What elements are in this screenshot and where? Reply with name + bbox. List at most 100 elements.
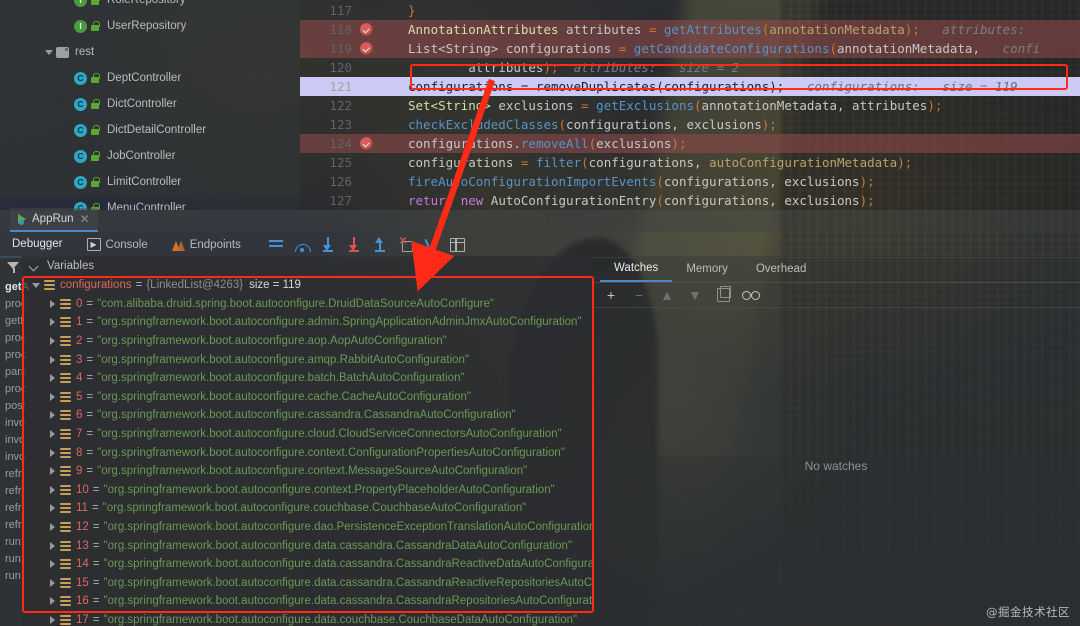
code-line-118[interactable]: 118 AnnotationAttributes attributes = get…	[300, 20, 1080, 39]
variable-size: size = 119	[249, 279, 301, 292]
variable-item-row[interactable]: 13 = "org.springframework.boot.autoconfigu…	[22, 536, 592, 555]
chevron-right-icon	[49, 392, 55, 401]
tree-item-dictdetailcontroller[interactable]: C DictDetailController	[0, 117, 300, 143]
variable-twisty[interactable]	[44, 504, 60, 513]
tab-overhead[interactable]: Overhead	[742, 256, 821, 282]
variable-root-row[interactable]: configurations = {LinkedList@4263} size = 1…	[22, 276, 592, 295]
tab-apprun[interactable]: AppRun ✕	[10, 208, 98, 232]
variable-item-row[interactable]: 15 = "org.springframework.boot.autoconfigu…	[22, 574, 592, 593]
breakpoint-icon[interactable]	[360, 42, 373, 55]
variables-header[interactable]: Variables	[22, 256, 592, 276]
variable-twisty[interactable]	[44, 299, 60, 308]
breakpoint-icon[interactable]	[360, 137, 373, 150]
step-into-icon[interactable]	[315, 233, 341, 257]
step-out-icon[interactable]	[367, 233, 393, 257]
tab-watches[interactable]: Watches	[600, 256, 673, 282]
variable-twisty[interactable]	[44, 615, 60, 624]
variable-item-row[interactable]: 2 = "org.springframework.boot.autoconfigur…	[22, 332, 592, 351]
variable-twisty[interactable]	[44, 467, 60, 476]
variable-twisty[interactable]	[44, 523, 60, 532]
breakpoint-icon[interactable]	[360, 23, 373, 36]
chevron-down-icon[interactable]	[28, 261, 39, 272]
watches-panel[interactable]: Watches Memory Overhead + − ▲ ▼ No watch…	[592, 256, 1080, 626]
variable-item-row[interactable]: 11 = "org.springframework.boot.autoconfigu…	[22, 499, 592, 518]
variable-twisty[interactable]	[44, 485, 60, 494]
tree-item-userrepository[interactable]: I UserRepository	[0, 13, 300, 39]
code-line-117[interactable]: 117}	[300, 1, 1080, 20]
project-tree[interactable]: I RoleRepository I UserRepository rest C DeptC…	[0, 0, 300, 210]
variable-twisty[interactable]	[44, 541, 60, 550]
copy-watch-button[interactable]	[710, 284, 736, 306]
variable-item-row[interactable]: 1 = "org.springframework.boot.autoconfigur…	[22, 313, 592, 332]
variables-panel[interactable]: Variables configurations = {LinkedList@426…	[22, 256, 592, 626]
code-token: Set<String>	[408, 98, 499, 113]
code-line-125[interactable]: 125 configurations = filter(configuration…	[300, 153, 1080, 172]
tab-debugger[interactable]: Debugger	[0, 232, 75, 258]
variable-item-row[interactable]: 12 = "org.springframework.boot.autoconfigu…	[22, 518, 592, 537]
watches-tabstrip[interactable]: Watches Memory Overhead	[592, 256, 1080, 283]
tree-item-rest[interactable]: rest	[0, 39, 300, 65]
remove-watch-button[interactable]: −	[626, 284, 652, 306]
code-line-119[interactable]: 119 List<String> configurations = getCand…	[300, 39, 1080, 58]
force-step-into-icon[interactable]	[341, 233, 367, 257]
variable-twisty[interactable]	[44, 337, 60, 346]
add-watch-button[interactable]: +	[598, 284, 624, 306]
evaluate-expression-icon[interactable]	[445, 233, 471, 257]
inspect-watch-button[interactable]	[738, 284, 764, 306]
drop-frame-icon[interactable]	[393, 233, 419, 257]
variable-item-row[interactable]: 10 = "org.springframework.boot.autoconfigu…	[22, 481, 592, 500]
code-line-127[interactable]: 127 return new AutoConfigurationEntry(con…	[300, 191, 1080, 210]
variable-item-row[interactable]: 8 = "org.springframework.boot.autoconfigur…	[22, 443, 592, 462]
code-line-120[interactable]: 120 attributes); attributes: size = 2	[300, 58, 1080, 77]
variable-twisty[interactable]	[44, 578, 60, 587]
variable-twisty[interactable]	[44, 560, 60, 569]
variable-twisty[interactable]	[44, 374, 60, 383]
tree-item-dictcontroller[interactable]: C DictController	[0, 91, 300, 117]
tree-item-limitcontroller[interactable]: C LimitController	[0, 169, 300, 195]
variables-title: Variables	[47, 260, 95, 272]
variable-item-row[interactable]: 17 = "org.springframework.boot.autoconfigu…	[22, 611, 592, 626]
variable-item-row[interactable]: 4 = "org.springframework.boot.autoconfigur…	[22, 369, 592, 388]
tree-item-jobcontroller[interactable]: C JobController	[0, 143, 300, 169]
code-line-122[interactable]: 122 Set<String> exclusions = getExclusion…	[300, 96, 1080, 115]
variable-item-row[interactable]: 9 = "org.springframework.boot.autoconfigur…	[22, 462, 592, 481]
variable-value: "org.springframework.boot.autoconfigure.…	[97, 446, 565, 459]
watches-toolbar[interactable]: + − ▲ ▼	[592, 283, 1080, 308]
variable-twisty[interactable]	[44, 318, 60, 327]
variable-item-row[interactable]: 7 = "org.springframework.boot.autoconfigur…	[22, 425, 592, 444]
variable-twisty[interactable]	[44, 392, 60, 401]
move-watch-up-button[interactable]: ▲	[654, 284, 680, 306]
variables-list[interactable]: configurations = {LinkedList@4263} size = 1…	[22, 276, 592, 626]
variable-twisty[interactable]	[44, 597, 60, 606]
tab-memory[interactable]: Memory	[672, 256, 742, 282]
variable-item-row[interactable]: 6 = "org.springframework.boot.autoconfigur…	[22, 406, 592, 425]
tab-endpoints[interactable]: Endpoints	[160, 232, 253, 258]
code-editor[interactable]: 117} 118 AnnotationAttributes attributes =…	[300, 0, 1080, 210]
close-icon[interactable]: ✕	[80, 213, 90, 225]
variable-item-row[interactable]: 14 = "org.springframework.boot.autoconfigu…	[22, 555, 592, 574]
variable-item-row[interactable]: 5 = "org.springframework.boot.autoconfigur…	[22, 388, 592, 407]
code-line-124[interactable]: 124 configurations. removeAll(exclusions);	[300, 134, 1080, 153]
lock-icon	[90, 124, 100, 136]
variable-item-row[interactable]: 0 = "com.alibaba.druid.spring.boot.autocon…	[22, 295, 592, 314]
variable-twisty[interactable]	[28, 282, 44, 288]
tree-item-rolerepository[interactable]: I RoleRepository	[0, 0, 300, 13]
code-line-126[interactable]: 126 fireAutoConfigurationImportEvents(con…	[300, 172, 1080, 191]
debugger-toolbar[interactable]: Debugger ▶ Console Endpoints	[0, 232, 1080, 258]
variable-twisty[interactable]	[44, 411, 60, 420]
code-line-123[interactable]: 123 checkExcludedClasses(configurations, …	[300, 115, 1080, 134]
tree-item-deptcontroller[interactable]: C DeptController	[0, 65, 300, 91]
variable-twisty[interactable]	[44, 448, 60, 457]
code-token: fireAutoConfigurationImportEvents	[408, 174, 657, 189]
tree-twisty[interactable]	[42, 49, 56, 55]
variable-twisty[interactable]	[44, 355, 60, 364]
tab-console[interactable]: ▶ Console	[75, 232, 160, 258]
step-over-icon[interactable]	[289, 233, 315, 257]
move-watch-down-button[interactable]: ▼	[682, 284, 708, 306]
variable-item-row[interactable]: 16 = "org.springframework.boot.autoconfigu…	[22, 592, 592, 611]
variable-item-row[interactable]: 3 = "org.springframework.boot.autoconfigur…	[22, 350, 592, 369]
variable-twisty[interactable]	[44, 430, 60, 439]
run-to-cursor-icon[interactable]	[419, 233, 445, 257]
show-execution-point-icon[interactable]	[263, 233, 289, 257]
code-line-121[interactable]: 121 configurations = removeDuplicates(con…	[300, 77, 1080, 96]
